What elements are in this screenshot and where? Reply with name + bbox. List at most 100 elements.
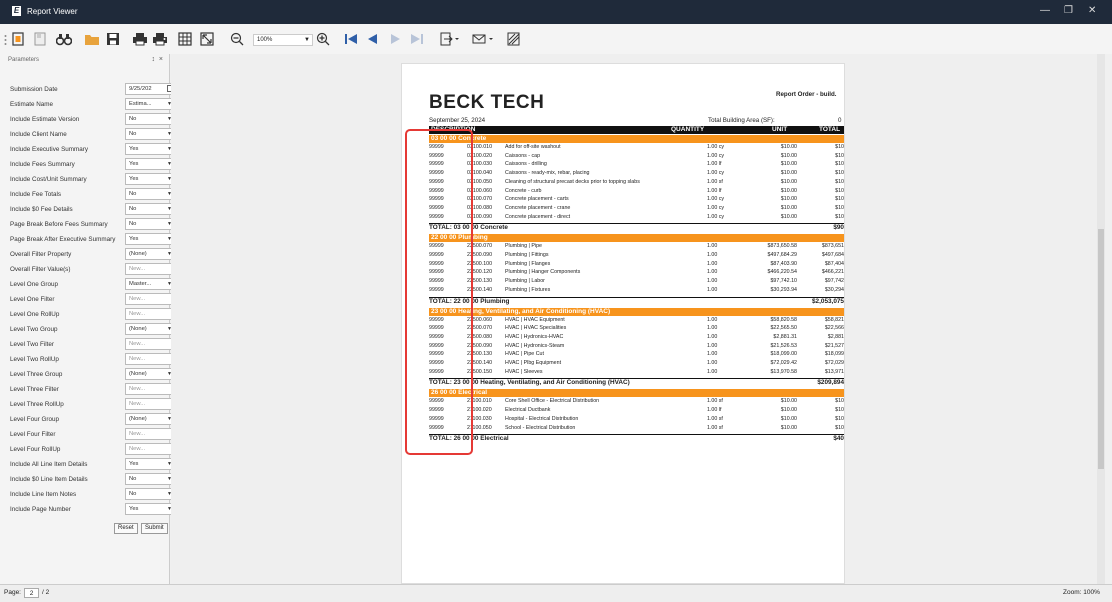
- parameter-label: Level Two RollUp: [10, 356, 59, 363]
- quick-print-icon[interactable]: [152, 32, 168, 46]
- report-row-quantity: 1.00: [707, 351, 718, 358]
- report-row-quantity: 1.00: [707, 286, 718, 293]
- close-window-button[interactable]: ✕: [1088, 5, 1096, 16]
- previous-page-icon[interactable]: [366, 32, 378, 46]
- report-row-description: Cleaning of structural precast decks pri…: [505, 178, 640, 185]
- report-row-description: HVAC | Pipe Cut: [505, 351, 544, 358]
- export-icon[interactable]: [440, 32, 460, 46]
- report-row-unit: $97,742.10: [770, 278, 797, 285]
- parameter-select-field[interactable]: Master... ▼: [125, 278, 176, 290]
- parameter-select-field[interactable]: Yes ▼: [125, 233, 176, 245]
- email-icon[interactable]: [472, 32, 494, 46]
- parameter-text-field[interactable]: New...: [125, 353, 176, 365]
- parameter-text-field[interactable]: New...: [125, 428, 176, 440]
- vertical-scrollbar[interactable]: [1097, 54, 1105, 584]
- report-row-unit: $873,650.58: [767, 243, 797, 250]
- save-icon[interactable]: [106, 32, 120, 46]
- parameter-select-field[interactable]: Yes ▼: [125, 143, 176, 155]
- report-row-description: Plumbing | Pipe: [505, 243, 543, 250]
- parameter-select-field[interactable]: No ▼: [125, 113, 176, 125]
- parameter-select-field[interactable]: No ▼: [125, 473, 176, 485]
- scrollbar-thumb[interactable]: [1098, 229, 1104, 469]
- report-row-description: HVAC | HVAC Equipment: [505, 316, 565, 323]
- page-label: Page:: [4, 589, 21, 596]
- parameter-label: Include All Line Item Details: [10, 461, 88, 468]
- parameter-select-field[interactable]: Estima... ▼: [125, 98, 176, 110]
- zoom-status: Zoom: 100%: [1063, 589, 1100, 596]
- parameter-text-field[interactable]: New...: [125, 338, 176, 350]
- close-panel-icon[interactable]: ×: [159, 56, 163, 63]
- parameter-label: Level One Group: [10, 281, 58, 288]
- report-row-quantity: 1.00: [707, 333, 718, 340]
- reset-button[interactable]: Reset: [114, 523, 138, 534]
- open-folder-icon[interactable]: [84, 32, 100, 46]
- page-setup-icon[interactable]: [178, 32, 192, 46]
- parameter-select-field[interactable]: Yes ▼: [125, 158, 176, 170]
- parameter-select-field[interactable]: No ▼: [125, 188, 176, 200]
- parameter-value: No: [129, 191, 137, 197]
- parameter-text-field[interactable]: New...: [125, 398, 176, 410]
- parameter-date-field[interactable]: 9/25/202: [125, 83, 176, 95]
- parameter-text-field[interactable]: New...: [125, 263, 176, 275]
- parameter-select-field[interactable]: No ▼: [125, 218, 176, 230]
- parameter-select-field[interactable]: (None) ▼: [125, 248, 176, 260]
- restore-button[interactable]: ❐: [1064, 5, 1073, 16]
- parameter-select-field[interactable]: Yes ▼: [125, 173, 176, 185]
- parameter-value: Yes: [129, 461, 139, 467]
- parameter-value: No: [129, 491, 137, 497]
- first-page-icon[interactable]: [344, 32, 358, 46]
- parameter-select-field[interactable]: (None) ▼: [125, 413, 176, 425]
- parameter-row: Page Break After Executive Summary Yes ▼: [10, 233, 176, 247]
- parameter-select-field[interactable]: No ▼: [125, 203, 176, 215]
- parameter-row: Level Two Group (None) ▼: [10, 323, 176, 337]
- fit-page-icon[interactable]: [200, 32, 214, 46]
- zoom-select[interactable]: 100% ▼: [253, 34, 313, 46]
- report-row-description: HVAC | Sleeves: [505, 368, 543, 375]
- report-row-quantity: 1.00: [707, 325, 718, 332]
- parameter-select-field[interactable]: No ▼: [125, 128, 176, 140]
- report-row-unit: $10.00: [780, 213, 797, 220]
- report-row-description: Core Shell Office - Electrical Distribut…: [505, 398, 600, 405]
- parameter-row: Level Three Group (None) ▼: [10, 368, 176, 382]
- area-value: 0: [838, 117, 842, 124]
- parameter-select-field[interactable]: (None) ▼: [125, 368, 176, 380]
- header-total: TOTAL: [819, 126, 841, 133]
- document-map-icon[interactable]: [34, 32, 46, 46]
- section-total: TOTAL: 26 00 00 Electrical $40: [429, 434, 844, 443]
- find-icon[interactable]: [56, 32, 72, 46]
- parameter-label: Include Cost/Unit Summary: [10, 176, 87, 183]
- print-icon[interactable]: [132, 32, 148, 46]
- parameter-select-field[interactable]: (None) ▼: [125, 323, 176, 335]
- parameter-select-field[interactable]: Yes ▼: [125, 503, 176, 515]
- parameter-select-field[interactable]: No ▼: [125, 488, 176, 500]
- report-row-description: Caissons - drilling: [505, 161, 547, 168]
- parameter-text-field[interactable]: New...: [125, 293, 176, 305]
- minimize-button[interactable]: —: [1040, 5, 1050, 16]
- watermark-icon[interactable]: [507, 32, 521, 46]
- zoom-in-icon[interactable]: [316, 32, 330, 46]
- parameter-text-field[interactable]: New...: [125, 308, 176, 320]
- report-row-unit: $10.00: [780, 204, 797, 211]
- parameter-value: (None): [129, 326, 147, 332]
- table-row: 99999 22500.120 Plumbing | Hanger Componen…: [429, 269, 844, 277]
- zoom-out-icon[interactable]: [230, 32, 244, 46]
- pin-icon[interactable]: ↕: [152, 56, 156, 63]
- report-row-unit: $466,220.54: [767, 269, 797, 276]
- page-input[interactable]: 2: [24, 588, 39, 598]
- section-total-value: $209,894: [817, 379, 844, 387]
- parameter-row: Include $0 Line Item Details No ▼: [10, 473, 176, 487]
- report-row-description: Electrical Ductbank: [505, 407, 551, 414]
- report-row-total: $10: [835, 187, 844, 194]
- parameter-select-field[interactable]: Yes ▼: [125, 458, 176, 470]
- next-page-icon[interactable]: [390, 32, 402, 46]
- report-row-unit: $30,293.94: [770, 286, 797, 293]
- table-row: 99999 03100.020 Caissons - cap 1.00 cy $10.0…: [429, 153, 844, 161]
- parameters-toggle-icon[interactable]: [12, 32, 24, 46]
- parameter-text-field[interactable]: New...: [125, 443, 176, 455]
- parameter-row: Include Client Name No ▼: [10, 128, 176, 142]
- report-row-quantity: 1.00: [707, 342, 718, 349]
- submit-button[interactable]: Submit: [141, 523, 168, 534]
- last-page-icon[interactable]: [410, 32, 424, 46]
- parameter-text-field[interactable]: New...: [125, 383, 176, 395]
- parameter-label: Include Executive Summary: [10, 146, 89, 153]
